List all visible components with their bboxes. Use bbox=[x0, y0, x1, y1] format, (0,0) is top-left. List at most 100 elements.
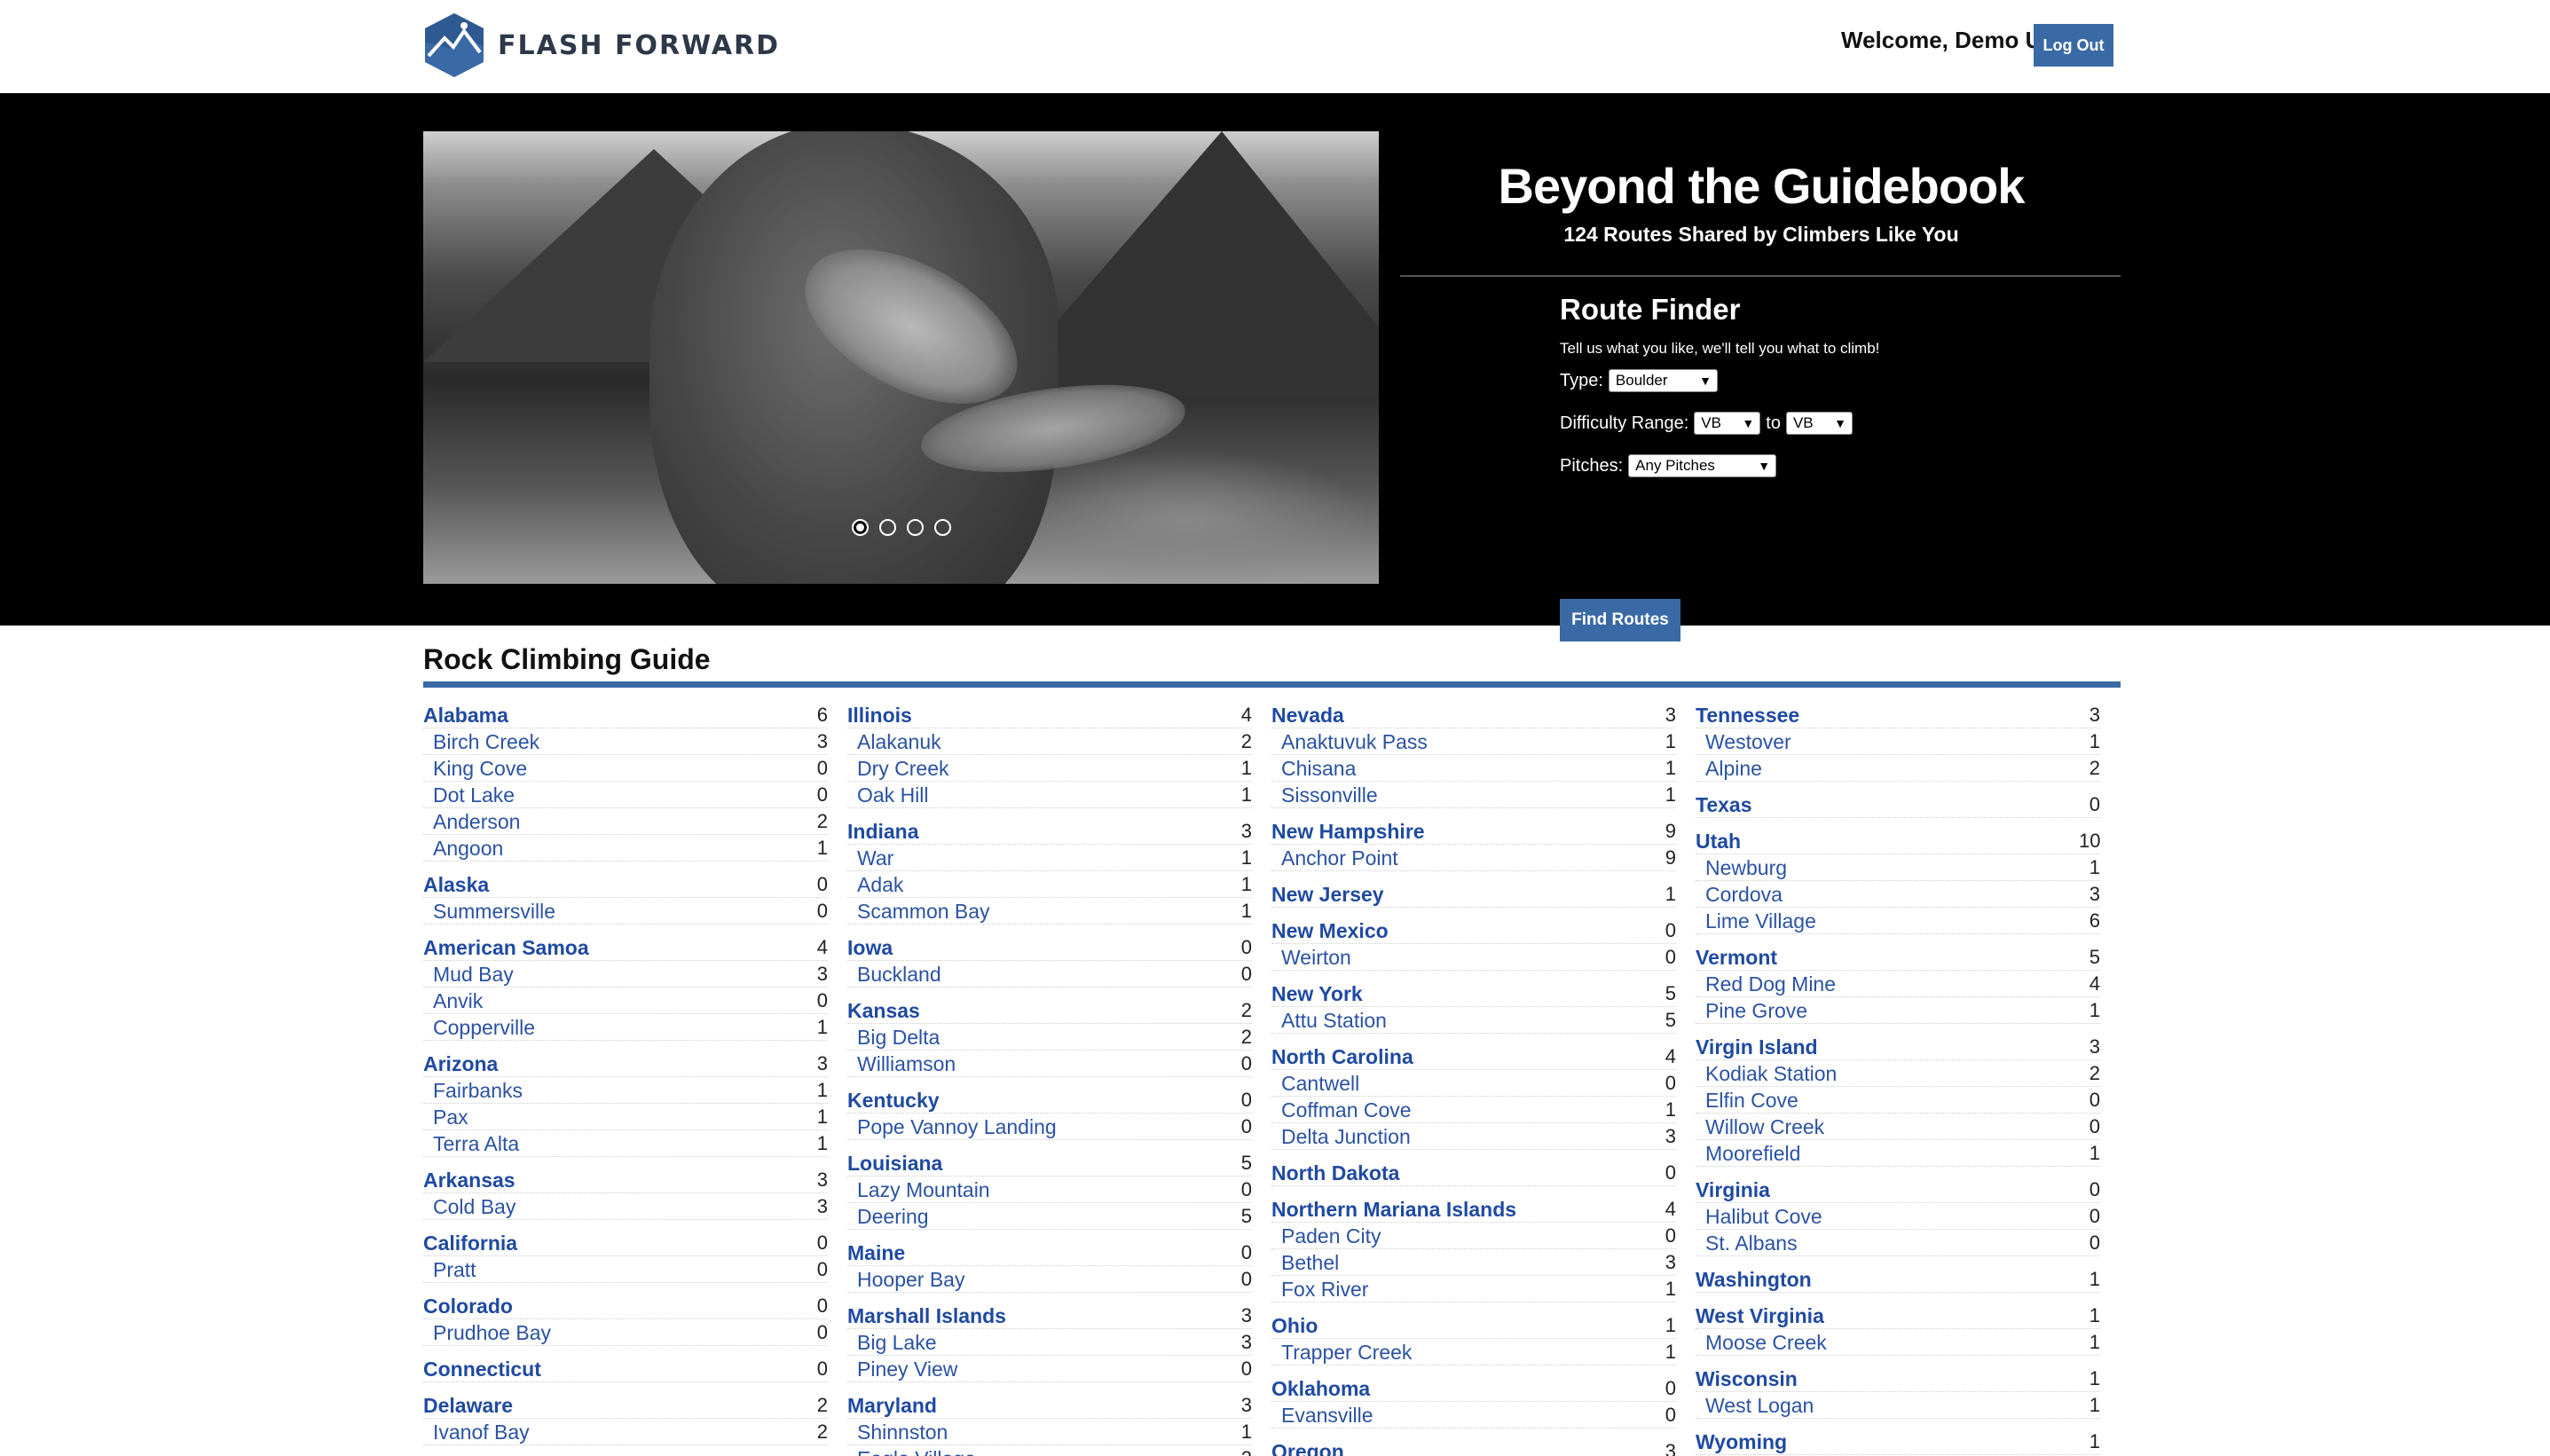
area-link[interactable]: Paden City bbox=[1271, 1224, 1655, 1248]
area-link[interactable]: Newburg bbox=[1696, 856, 2079, 880]
area-link[interactable]: Anderson bbox=[423, 810, 807, 834]
state-link[interactable]: Illinois bbox=[847, 704, 1231, 728]
area-link[interactable]: Dry Creek bbox=[847, 757, 1231, 781]
state-link[interactable]: Maine bbox=[847, 1241, 1231, 1265]
area-link[interactable]: Alakanuk bbox=[847, 730, 1231, 754]
area-link[interactable]: Chisana bbox=[1271, 757, 1655, 781]
state-link[interactable]: New Mexico bbox=[1271, 919, 1655, 943]
area-link[interactable]: Moorefield bbox=[1696, 1142, 2079, 1166]
area-link[interactable]: Cold Bay bbox=[423, 1195, 807, 1219]
area-link[interactable]: Deering bbox=[847, 1205, 1231, 1229]
area-link[interactable]: Willow Creek bbox=[1696, 1115, 2079, 1139]
area-link[interactable]: Trapper Creek bbox=[1271, 1341, 1655, 1365]
find-routes-button[interactable]: Find Routes bbox=[1560, 599, 1680, 641]
area-link[interactable]: Summersville bbox=[423, 900, 807, 924]
state-link[interactable]: Alaska bbox=[423, 873, 807, 897]
area-link[interactable]: Pratt bbox=[423, 1258, 807, 1282]
area-link[interactable]: Adak bbox=[847, 873, 1231, 897]
area-link[interactable]: Oak Hill bbox=[847, 783, 1231, 807]
state-link[interactable]: Tennessee bbox=[1696, 704, 2079, 728]
difficulty-from-select[interactable]: VB ▼ bbox=[1694, 412, 1761, 435]
state-link[interactable]: North Carolina bbox=[1271, 1045, 1655, 1069]
carousel-dot[interactable] bbox=[852, 519, 869, 536]
carousel-dot[interactable] bbox=[934, 519, 951, 536]
state-link[interactable]: Oklahoma bbox=[1271, 1377, 1655, 1401]
state-link[interactable]: Marshall Islands bbox=[847, 1304, 1231, 1328]
area-link[interactable]: St. Albans bbox=[1696, 1232, 2079, 1255]
state-link[interactable]: Ohio bbox=[1271, 1314, 1655, 1338]
state-link[interactable]: Indiana bbox=[847, 820, 1231, 844]
area-link[interactable]: Halibut Cove bbox=[1696, 1205, 2079, 1229]
state-link[interactable]: North Dakota bbox=[1271, 1161, 1655, 1185]
area-link[interactable]: Terra Alta bbox=[423, 1132, 807, 1156]
carousel-dot[interactable] bbox=[907, 519, 924, 536]
state-link[interactable]: West Virginia bbox=[1696, 1304, 2079, 1328]
area-link[interactable]: Pope Vannoy Landing bbox=[847, 1115, 1231, 1139]
state-link[interactable]: Oregon bbox=[1271, 1440, 1655, 1456]
area-link[interactable]: Eagle Village bbox=[847, 1447, 1231, 1456]
state-link[interactable]: Delaware bbox=[423, 1394, 807, 1418]
area-link[interactable]: Anvik bbox=[423, 989, 807, 1013]
area-link[interactable]: Red Dog Mine bbox=[1696, 972, 2079, 996]
area-link[interactable]: Pax bbox=[423, 1106, 807, 1129]
state-link[interactable]: Kentucky bbox=[847, 1089, 1231, 1113]
state-link[interactable]: Texas bbox=[1696, 793, 2079, 817]
area-link[interactable]: Lime Village bbox=[1696, 909, 2079, 933]
area-link[interactable]: Attu Station bbox=[1271, 1009, 1655, 1033]
state-link[interactable]: Virgin Island bbox=[1696, 1035, 2079, 1059]
type-select[interactable]: Boulder ▼ bbox=[1608, 369, 1718, 392]
area-link[interactable]: Hooper Bay bbox=[847, 1268, 1231, 1292]
area-link[interactable]: Fox River bbox=[1271, 1278, 1655, 1302]
state-link[interactable]: Washington bbox=[1696, 1268, 2079, 1292]
area-link[interactable]: Buckland bbox=[847, 963, 1231, 987]
state-link[interactable]: Vermont bbox=[1696, 946, 2079, 970]
area-link[interactable]: Prudhoe Bay bbox=[423, 1321, 807, 1345]
area-link[interactable]: Sissonville bbox=[1271, 783, 1655, 807]
state-link[interactable]: American Samoa bbox=[423, 936, 807, 960]
area-link[interactable]: Elfin Cove bbox=[1696, 1089, 2079, 1113]
area-link[interactable]: War bbox=[847, 846, 1231, 870]
area-link[interactable]: Cordova bbox=[1696, 883, 2079, 907]
site-logo[interactable]: FLASH FORWARD bbox=[423, 12, 780, 79]
state-link[interactable]: New York bbox=[1271, 982, 1655, 1006]
area-link[interactable]: Copperville bbox=[423, 1016, 807, 1040]
state-link[interactable]: Virginia bbox=[1696, 1178, 2079, 1202]
area-link[interactable]: Big Lake bbox=[847, 1331, 1231, 1355]
area-link[interactable]: Ivanof Bay bbox=[423, 1421, 807, 1444]
area-link[interactable]: Coffman Cove bbox=[1271, 1098, 1655, 1122]
area-link[interactable]: Delta Junction bbox=[1271, 1125, 1655, 1149]
state-link[interactable]: New Hampshire bbox=[1271, 820, 1655, 844]
state-link[interactable]: Wyoming bbox=[1696, 1430, 2079, 1454]
area-link[interactable]: Mud Bay bbox=[423, 963, 807, 987]
area-link[interactable]: Williamson bbox=[847, 1052, 1231, 1076]
state-link[interactable]: California bbox=[423, 1232, 807, 1255]
difficulty-to-select[interactable]: VB ▼ bbox=[1785, 412, 1853, 435]
state-link[interactable]: Northern Mariana Islands bbox=[1271, 1198, 1655, 1222]
area-link[interactable]: West Logan bbox=[1696, 1394, 2079, 1418]
area-link[interactable]: Piney View bbox=[847, 1358, 1231, 1381]
state-link[interactable]: Nevada bbox=[1271, 704, 1655, 728]
area-link[interactable]: Bethel bbox=[1271, 1251, 1655, 1275]
area-link[interactable]: Moose Creek bbox=[1696, 1331, 2079, 1355]
state-link[interactable]: Louisiana bbox=[847, 1152, 1231, 1176]
area-link[interactable]: Scammon Bay bbox=[847, 900, 1231, 924]
area-link[interactable]: Shinnston bbox=[847, 1421, 1231, 1444]
area-link[interactable]: Westover bbox=[1696, 730, 2079, 754]
state-link[interactable]: Arizona bbox=[423, 1052, 807, 1076]
area-link[interactable]: Pine Grove bbox=[1696, 999, 2079, 1023]
area-link[interactable]: Cantwell bbox=[1271, 1072, 1655, 1096]
carousel-dot[interactable] bbox=[879, 519, 896, 536]
state-link[interactable]: Iowa bbox=[847, 936, 1231, 960]
state-link[interactable]: Connecticut bbox=[423, 1358, 807, 1381]
state-link[interactable]: Arkansas bbox=[423, 1169, 807, 1192]
area-link[interactable]: Angoon bbox=[423, 837, 807, 861]
area-link[interactable]: Birch Creek bbox=[423, 730, 807, 754]
state-link[interactable]: Kansas bbox=[847, 999, 1231, 1023]
area-link[interactable]: Kodiak Station bbox=[1696, 1062, 2079, 1086]
logout-button[interactable]: Log Out bbox=[2034, 24, 2113, 67]
area-link[interactable]: Lazy Mountain bbox=[847, 1178, 1231, 1202]
area-link[interactable]: King Cove bbox=[423, 757, 807, 781]
area-link[interactable]: Fairbanks bbox=[423, 1079, 807, 1103]
area-link[interactable]: Evansville bbox=[1271, 1404, 1655, 1428]
pitches-select[interactable]: Any Pitches ▼ bbox=[1628, 454, 1777, 477]
